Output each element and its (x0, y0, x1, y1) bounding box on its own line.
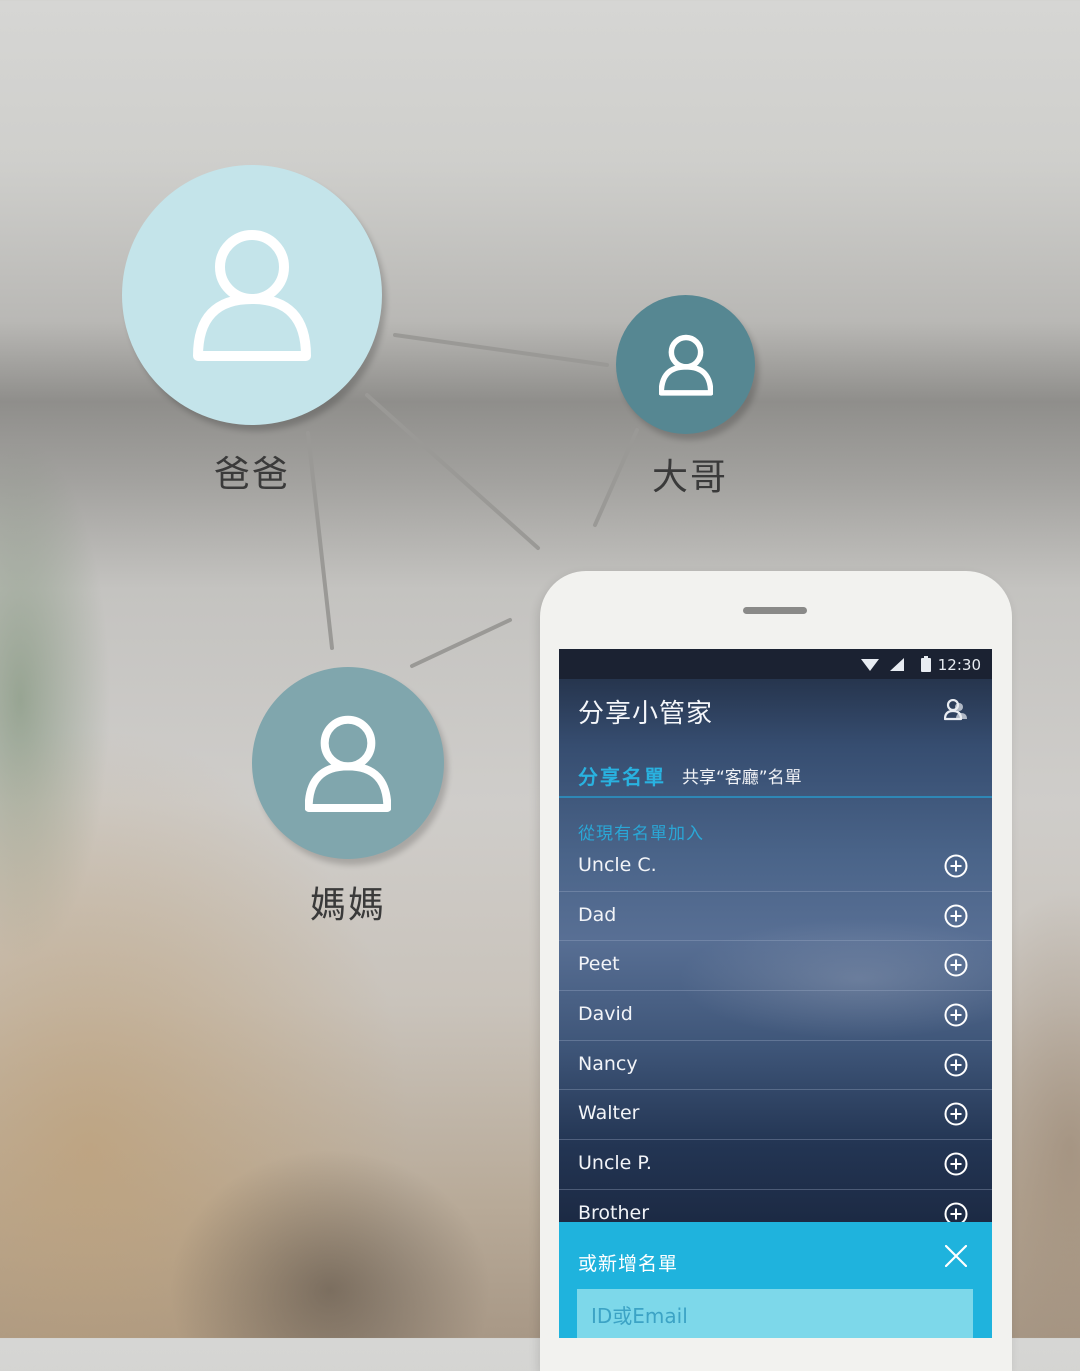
node-avatar-dad[interactable] (122, 165, 382, 425)
list-item[interactable]: Uncle P. (559, 1140, 992, 1190)
contact-name: Walter (578, 1102, 640, 1125)
person-icon (658, 334, 713, 396)
plus-circle-icon[interactable] (944, 854, 968, 878)
wifi-icon (861, 659, 879, 671)
person-icon (305, 715, 391, 812)
node-avatar-big-brother[interactable] (616, 295, 755, 434)
contact-name: Brother (578, 1201, 650, 1224)
contact-name: Peet (578, 953, 620, 976)
battery-icon (921, 656, 931, 672)
list-item[interactable]: David (559, 991, 992, 1041)
link-dad-phone (365, 393, 540, 550)
contact-name: Uncle C. (578, 854, 657, 876)
app-title: 分享小管家 (578, 699, 714, 729)
node-label-big-brother: 大哥 (651, 457, 728, 498)
list-item[interactable]: Peet (559, 941, 992, 992)
id-email-input[interactable] (577, 1289, 973, 1338)
list-item[interactable]: Uncle C. (559, 842, 992, 892)
link-mom-phone (410, 618, 512, 668)
plus-circle-icon[interactable] (944, 1003, 968, 1027)
add-new-title: 或新增名單 (578, 1253, 679, 1275)
phone-speaker (743, 607, 807, 614)
plus-circle-icon[interactable] (944, 953, 968, 977)
list-item[interactable]: Walter (559, 1090, 992, 1141)
status-bar: 12:30 (559, 649, 992, 679)
signal-icon (890, 658, 904, 671)
plus-circle-icon[interactable] (944, 1102, 968, 1126)
contact-list: Uncle C. Dad Peet David Nancy Walter Unc… (559, 842, 992, 1240)
shared-list-name: 共享“客廳”名單 (682, 768, 802, 788)
add-new-panel: 或新增名單 (559, 1222, 992, 1338)
list-item[interactable]: Dad (559, 892, 992, 942)
tab-divider (559, 796, 992, 798)
phone-screen: 12:30 分享小管家 分享名單 共享“客廳”名單 從現有名單加入 Uncle … (559, 649, 992, 1338)
contact-name: Nancy (578, 1052, 638, 1075)
plus-circle-icon[interactable] (944, 1053, 968, 1077)
close-icon[interactable] (945, 1245, 967, 1267)
contact-name: David (578, 1003, 633, 1026)
contact-name: Dad (578, 903, 617, 926)
plus-circle-icon[interactable] (944, 904, 968, 928)
plus-circle-icon[interactable] (944, 1152, 968, 1176)
node-avatar-mom[interactable] (252, 667, 444, 859)
section-label-existing: 從現有名單加入 (578, 824, 704, 844)
link-dad-brother (393, 333, 609, 367)
account-icon[interactable] (944, 699, 968, 721)
status-time: 12:30 (937, 656, 981, 674)
tab-share-list[interactable]: 分享名單 (578, 761, 666, 790)
node-label-dad: 爸爸 (213, 454, 290, 495)
contact-name: Uncle P. (578, 1152, 652, 1175)
list-item[interactable]: Nancy (559, 1041, 992, 1091)
person-icon (193, 230, 311, 361)
node-label-mom: 媽媽 (309, 885, 386, 926)
